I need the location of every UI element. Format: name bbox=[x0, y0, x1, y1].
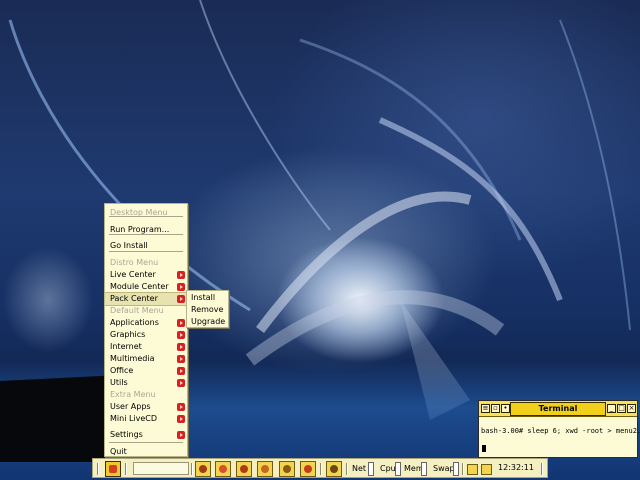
mem-meter bbox=[421, 462, 427, 476]
menu-item-label: Quit bbox=[110, 447, 127, 456]
menu-item-multimedia[interactable]: Multimedia bbox=[105, 353, 187, 365]
submenu-arrow-icon bbox=[177, 331, 185, 339]
menu-item-extra-menu: Extra Menu bbox=[105, 389, 187, 401]
cpu-meter bbox=[395, 462, 401, 476]
submenu-arrow-icon bbox=[177, 271, 185, 279]
menu-item-distro-menu: Distro Menu bbox=[105, 257, 187, 269]
menu-item-quit[interactable]: Quit bbox=[105, 446, 187, 458]
menu-item-label: Internet bbox=[110, 342, 142, 351]
taskbar-separator bbox=[191, 463, 193, 475]
menu-item-settings[interactable]: Settings bbox=[105, 429, 187, 441]
desktop-menu: Desktop Menu Run Program... Go Install Dist… bbox=[104, 203, 188, 457]
submenu-arrow-icon bbox=[177, 355, 185, 363]
menu-item-default-menu: Default Menu bbox=[105, 305, 187, 317]
terminal-window[interactable]: ≡ ▫ • Terminal _ □ × bash-3.00# sleep 6;… bbox=[478, 400, 640, 458]
pack-center-submenu: Install Remove Upgrade bbox=[186, 290, 229, 328]
menu-item-utils[interactable]: Utils bbox=[105, 377, 187, 389]
menu-item-label: Extra Menu bbox=[110, 390, 156, 399]
menu-item-module-center[interactable]: Module Center bbox=[105, 281, 187, 293]
files-icon[interactable] bbox=[300, 461, 316, 477]
menu-item-label: Settings bbox=[110, 430, 143, 439]
sticky-icon[interactable]: • bbox=[501, 404, 510, 413]
taskbar-separator bbox=[541, 463, 543, 475]
submenu-arrow-icon bbox=[177, 403, 185, 411]
menu-item-label: Applications bbox=[110, 318, 159, 327]
menu-item-label: Utils bbox=[110, 378, 128, 387]
submenu-arrow-icon bbox=[177, 415, 185, 423]
terminal-cursor bbox=[482, 445, 486, 452]
cpu-label: Cpu bbox=[380, 464, 396, 473]
close-icon[interactable]: × bbox=[627, 404, 636, 413]
menu-separator bbox=[109, 216, 183, 217]
minimize-icon[interactable]: _ bbox=[607, 404, 616, 413]
submenu-arrow-icon bbox=[177, 379, 185, 387]
swap-meter bbox=[453, 462, 459, 476]
menu-item-label: Graphics bbox=[110, 330, 146, 339]
menu-item-mini-livecd[interactable]: Mini LiveCD bbox=[105, 413, 187, 425]
menu-item-graphics[interactable]: Graphics bbox=[105, 329, 187, 341]
menu-item-label: User Apps bbox=[110, 402, 151, 411]
terminal-title: Terminal bbox=[510, 402, 606, 416]
terminal-titlebar[interactable]: ≡ ▫ • Terminal _ □ × bbox=[479, 401, 637, 417]
terminal-output-line: bash-3.00# sleep 6; xwd -root > menu2.jp… bbox=[481, 427, 640, 435]
menu-item-label: Run Program... bbox=[110, 225, 170, 234]
menu-item-pack-center[interactable]: Pack Center bbox=[104, 292, 188, 306]
swap-label: Swap bbox=[433, 464, 455, 473]
menu-item-user-apps[interactable]: User Apps bbox=[105, 401, 187, 413]
run-command-input[interactable] bbox=[133, 462, 189, 475]
menu-item-label: Mini LiveCD bbox=[110, 414, 158, 423]
clock[interactable]: 12:32:11 bbox=[498, 463, 534, 472]
maximize-icon[interactable]: □ bbox=[617, 404, 626, 413]
terminal-icon[interactable] bbox=[195, 461, 211, 477]
menu-item-office[interactable]: Office bbox=[105, 365, 187, 377]
browser-icon[interactable] bbox=[215, 461, 231, 477]
tray-volume-icon[interactable] bbox=[481, 464, 492, 475]
start-icon bbox=[109, 465, 117, 473]
submenu-item-remove[interactable]: Remove bbox=[187, 304, 228, 316]
menu-item-label: Go Install bbox=[110, 241, 148, 250]
menu-item-label: Office bbox=[110, 366, 134, 375]
menu-item-live-center[interactable]: Live Center bbox=[105, 269, 187, 281]
menu-item-label: Distro Menu bbox=[110, 258, 159, 267]
submenu-arrow-icon bbox=[177, 283, 185, 291]
menu-item-label: Pack Center bbox=[110, 294, 158, 303]
submenu-item-install[interactable]: Install bbox=[187, 292, 228, 304]
submenu-arrow-icon bbox=[177, 367, 185, 375]
shade-icon[interactable]: ▫ bbox=[491, 404, 500, 413]
start-menu-button[interactable] bbox=[105, 461, 121, 477]
desktop-icon[interactable] bbox=[326, 461, 342, 477]
menu-item-label: Live Center bbox=[110, 270, 156, 279]
music-icon[interactable] bbox=[236, 461, 252, 477]
taskbar-separator bbox=[97, 463, 99, 475]
taskbar-separator bbox=[462, 463, 464, 475]
submenu-item-upgrade[interactable]: Upgrade bbox=[187, 316, 228, 328]
taskbar-separator bbox=[346, 463, 348, 475]
net-meter bbox=[368, 462, 374, 476]
editor-icon[interactable] bbox=[279, 461, 295, 477]
menu-item-desktop-menu: Desktop Menu bbox=[105, 207, 187, 219]
chat-icon[interactable] bbox=[257, 461, 273, 477]
taskbar-separator bbox=[320, 463, 322, 475]
menu-item-internet[interactable]: Internet bbox=[105, 341, 187, 353]
menu-separator bbox=[109, 234, 183, 235]
net-label: Net bbox=[352, 464, 367, 473]
taskbar: Net Cpu Mem Swap 12:32:11 bbox=[92, 458, 548, 478]
window-menu-icon[interactable]: ≡ bbox=[481, 404, 490, 413]
menu-item-applications[interactable]: Applications bbox=[105, 317, 187, 329]
menu-item-label: Default Menu bbox=[110, 306, 164, 315]
submenu-arrow-icon bbox=[177, 343, 185, 351]
menu-item-label: Module Center bbox=[110, 282, 169, 291]
menu-item-label: Multimedia bbox=[110, 354, 155, 363]
submenu-arrow-icon bbox=[177, 295, 185, 303]
tray-app-icon[interactable] bbox=[467, 464, 478, 475]
taskbar-separator bbox=[125, 463, 127, 475]
submenu-arrow-icon bbox=[177, 319, 185, 327]
menu-separator bbox=[109, 442, 183, 443]
menu-separator bbox=[109, 251, 183, 252]
submenu-arrow-icon bbox=[177, 431, 185, 439]
